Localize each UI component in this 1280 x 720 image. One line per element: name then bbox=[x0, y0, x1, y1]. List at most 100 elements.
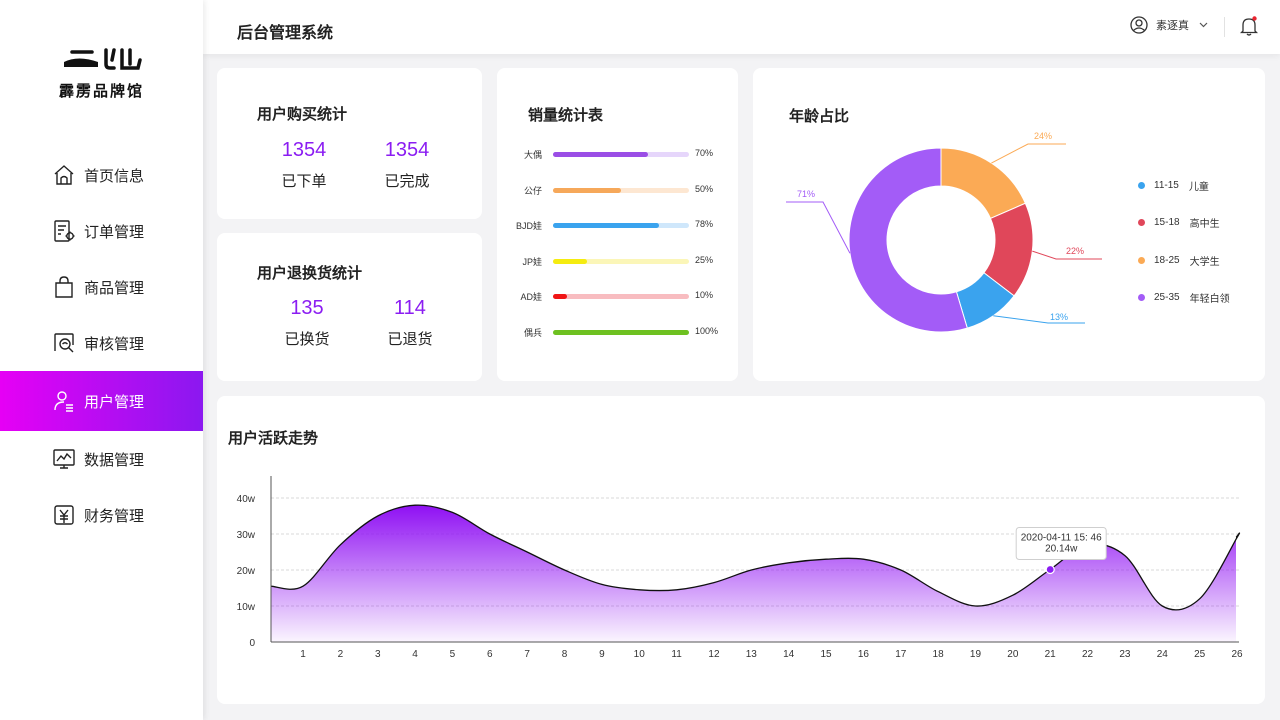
donut-slice-label: 22% bbox=[1066, 246, 1084, 256]
x-tick-label: 6 bbox=[487, 649, 493, 660]
sales-row-name: 公仔 bbox=[523, 185, 542, 196]
legend-range: 11-15 bbox=[1154, 180, 1179, 191]
x-tick-label: 1 bbox=[300, 649, 306, 660]
donut-leader-line bbox=[786, 201, 851, 254]
sidebar-item-label: 首页信息 bbox=[84, 167, 145, 185]
brand-logo[interactable]: 霹雳品牌馆 bbox=[0, 46, 203, 101]
sales-bar-track bbox=[553, 294, 689, 300]
data-point-marker[interactable] bbox=[1045, 564, 1055, 575]
sidebar-nav: 首页信息 订单管理 商品管理 审核管理 用户管理 数据管理 财务管理 bbox=[0, 147, 203, 543]
home-icon bbox=[52, 163, 76, 187]
x-tick-label: 24 bbox=[1157, 649, 1169, 660]
y-tick-label: 10w bbox=[237, 602, 256, 613]
legend-item: 18-25 大学生 bbox=[1138, 253, 1220, 268]
exchanged-label: 已换货 bbox=[284, 331, 330, 348]
returned-label: 已退货 bbox=[387, 331, 433, 348]
sales-row-percent: 25% bbox=[695, 254, 714, 265]
legend-label: 大学生 bbox=[1189, 256, 1220, 268]
completed-count: 1354 bbox=[384, 139, 430, 161]
user-menu[interactable]: 素逐真 bbox=[1130, 16, 1216, 34]
sidebar-item-label: 审核管理 bbox=[84, 335, 145, 353]
sales-row-percent: 100% bbox=[695, 326, 719, 336]
review-icon bbox=[52, 331, 76, 355]
sidebar-item-data[interactable]: 数据管理 bbox=[0, 431, 203, 487]
sales-row-percent: 50% bbox=[695, 183, 714, 194]
sales-bar-track bbox=[553, 330, 689, 335]
user-list-icon bbox=[52, 389, 76, 413]
ordered-count: 1354 bbox=[281, 139, 327, 161]
y-tick-label: 30w bbox=[237, 530, 256, 541]
sales-row-percent: 78% bbox=[695, 219, 714, 230]
sales-bar-fill bbox=[553, 330, 689, 335]
legend-label: 高中生 bbox=[1189, 219, 1220, 231]
legend-dot bbox=[1138, 182, 1145, 189]
legend-item: 15-18 高中生 bbox=[1138, 215, 1220, 230]
x-tick-label: 17 bbox=[895, 649, 907, 660]
finance-icon bbox=[52, 503, 76, 527]
sidebar-item-review[interactable]: 审核管理 bbox=[0, 315, 203, 371]
sales-row-name: AD娃 bbox=[520, 292, 542, 303]
header-divider bbox=[1224, 17, 1225, 37]
tooltip-time: 2020-04-11 15: 46 bbox=[1021, 532, 1102, 543]
sidebar-item-home[interactable]: 首页信息 bbox=[0, 147, 203, 203]
y-tick-label: 20w bbox=[237, 566, 256, 577]
sales-bar-track bbox=[553, 152, 689, 157]
monitor-chart-icon bbox=[52, 447, 76, 471]
purchase-stats-card: 用户购买统计 1354 已下单 1354 已完成 bbox=[217, 68, 482, 219]
sales-bar-fill bbox=[553, 152, 649, 157]
sidebar-item-finance[interactable]: 财务管理 bbox=[0, 487, 203, 543]
return-stats-card: 用户退换货统计 135 已换货 114 已退货 bbox=[217, 233, 482, 381]
chevron-down-icon bbox=[1199, 22, 1208, 28]
notification-button[interactable] bbox=[1239, 16, 1259, 41]
sales-bar-fill bbox=[553, 258, 587, 264]
sales-row: BJD娃 78% bbox=[497, 219, 737, 233]
sidebar-item-products[interactable]: 商品管理 bbox=[0, 259, 203, 315]
sidebar-item-orders[interactable]: 订单管理 bbox=[0, 203, 203, 259]
donut-slice-label: 71% bbox=[797, 189, 815, 199]
legend-range: 15-18 bbox=[1154, 217, 1180, 229]
area-fill bbox=[271, 505, 1240, 642]
sales-row: AD娃 10% bbox=[497, 290, 737, 304]
x-tick-label: 16 bbox=[858, 649, 870, 660]
sales-row-name: 偶兵 bbox=[523, 328, 542, 338]
legend-label: 儿童 bbox=[1188, 182, 1209, 193]
x-tick-label: 4 bbox=[412, 649, 418, 660]
age-card: 年龄占比 24% 22% 13% 71% 11-15 儿童 15-18 高中生 18-25 大学… bbox=[753, 68, 1265, 381]
sales-row-percent: 70% bbox=[695, 148, 714, 158]
legend-range: 18-25 bbox=[1154, 254, 1180, 266]
brand-logo-icon bbox=[63, 48, 142, 70]
sidebar-item-users[interactable]: 用户管理 bbox=[0, 371, 203, 431]
sidebar-item-label: 订单管理 bbox=[84, 223, 145, 241]
shopping-bag-icon bbox=[52, 275, 76, 299]
x-tick-label: 3 bbox=[375, 649, 381, 660]
donut-slice-label: 24% bbox=[1034, 131, 1052, 141]
exchanged-count: 135 bbox=[290, 297, 324, 319]
sales-bar-track bbox=[553, 258, 689, 264]
ordered-label: 已下单 bbox=[281, 173, 327, 190]
x-tick-label: 12 bbox=[708, 649, 720, 660]
x-tick-label: 9 bbox=[599, 649, 605, 660]
x-tick-label: 14 bbox=[783, 649, 795, 660]
legend-item: 11-15 儿童 bbox=[1138, 178, 1209, 193]
sales-row: 大偶 70% bbox=[497, 148, 737, 162]
page-title: 后台管理系统 bbox=[237, 25, 334, 42]
x-tick-label: 8 bbox=[562, 649, 568, 660]
y-tick-label: 0 bbox=[249, 638, 255, 649]
completed-label: 已完成 bbox=[384, 173, 430, 190]
return-stats-title: 用户退换货统计 bbox=[257, 265, 363, 282]
purchase-stats-title: 用户购买统计 bbox=[257, 106, 348, 123]
x-tick-label: 19 bbox=[970, 649, 982, 660]
x-tick-label: 7 bbox=[524, 649, 530, 660]
x-tick-label: 5 bbox=[450, 649, 456, 660]
legend-label: 年轻白领 bbox=[1189, 293, 1230, 305]
sidebar-item-label: 数据管理 bbox=[84, 451, 145, 469]
sales-row: 偶兵 100% bbox=[497, 326, 737, 340]
x-tick-label: 23 bbox=[1119, 649, 1131, 660]
x-tick-label: 25 bbox=[1194, 649, 1206, 660]
sales-row: 公仔 50% bbox=[497, 184, 737, 198]
user-avatar-icon bbox=[1130, 16, 1148, 34]
bell-icon bbox=[1239, 16, 1259, 36]
top-header: 后台管理系统 素逐真 bbox=[203, 0, 1280, 54]
sales-row: JP娃 25% bbox=[497, 255, 737, 269]
donut-slice[interactable] bbox=[940, 147, 1027, 220]
